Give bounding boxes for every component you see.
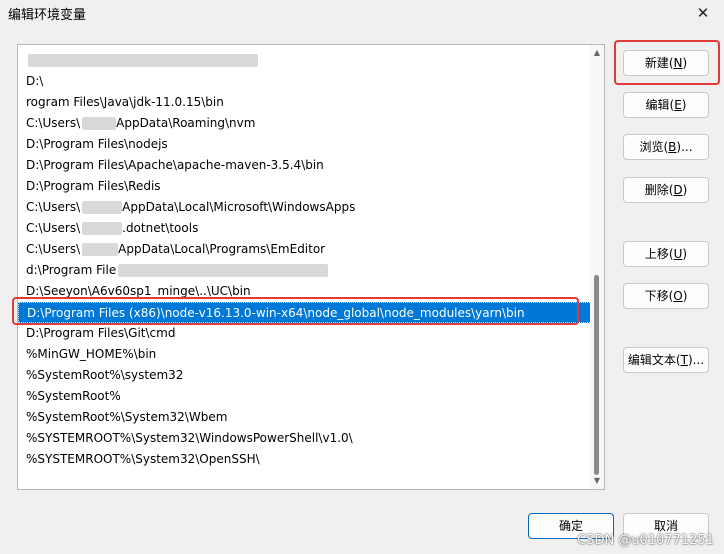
redacted-text — [28, 54, 258, 67]
path-row[interactable] — [18, 50, 592, 71]
path-row[interactable]: %SystemRoot%\System32\Wbem — [18, 407, 592, 428]
new-button[interactable]: 新建(N) — [623, 50, 709, 76]
scrollbar[interactable]: ▲ ▼ — [590, 45, 604, 489]
watermark: CSDN @u010771251 — [577, 533, 714, 548]
path-row[interactable]: C:\Users\ AppData\Local\Programs\EmEditor — [18, 239, 592, 260]
redacted-text — [82, 201, 123, 214]
close-icon[interactable]: ✕ — [692, 2, 714, 24]
move-up-button[interactable]: 上移(U) — [623, 241, 709, 267]
path-list[interactable]: D:\ rogram Files\Java\jdk-11.0.15\bin C:\U… — [17, 44, 605, 490]
path-row[interactable]: D:\ — [18, 71, 592, 92]
path-row[interactable]: C:\Users\ AppData\Local\Microsoft\Windows… — [18, 197, 592, 218]
scroll-thumb[interactable] — [594, 275, 599, 475]
redacted-text — [82, 243, 119, 256]
path-row[interactable]: %MinGW_HOME%\bin — [18, 344, 592, 365]
path-row[interactable]: rogram Files\Java\jdk-11.0.15\bin — [18, 92, 592, 113]
path-row[interactable]: C:\Users\ AppData\Roaming\nvm — [18, 113, 592, 134]
path-row[interactable]: %SYSTEMROOT%\System32\OpenSSH\ — [18, 449, 592, 470]
path-row[interactable]: %SystemRoot% — [18, 386, 592, 407]
scroll-up-icon[interactable]: ▲ — [592, 48, 602, 58]
edit-text-button[interactable]: 编辑文本(T)... — [623, 347, 709, 373]
selected-row-highlight — [12, 297, 579, 325]
path-row[interactable]: D:\Program Files\Redis — [18, 176, 592, 197]
path-rows: D:\ rogram Files\Java\jdk-11.0.15\bin C:\U… — [18, 50, 592, 470]
delete-button[interactable]: 删除(D) — [623, 177, 709, 203]
path-row[interactable]: %SystemRoot%\system32 — [18, 365, 592, 386]
path-row[interactable]: D:\Program Files\Git\cmd — [18, 323, 592, 344]
scroll-down-icon[interactable]: ▼ — [592, 476, 602, 486]
redacted-text — [82, 117, 117, 130]
redacted-text — [82, 222, 123, 235]
path-row[interactable]: C:\Users\ .dotnet\tools — [18, 218, 592, 239]
path-row[interactable]: d:\Program File — [18, 260, 592, 281]
title-bar: 编辑环境变量 ✕ — [0, 0, 724, 28]
path-row[interactable]: %SYSTEMROOT%\System32\WindowsPowerShell\… — [18, 428, 592, 449]
window-title: 编辑环境变量 — [8, 8, 87, 23]
browse-button[interactable]: 浏览(B)... — [623, 134, 709, 160]
path-row[interactable]: D:\Program Files\Apache\apache-maven-3.5… — [18, 155, 592, 176]
path-row[interactable]: D:\Program Files\nodejs — [18, 134, 592, 155]
edit-button[interactable]: 编辑(E) — [623, 92, 709, 118]
move-down-button[interactable]: 下移(O) — [623, 283, 709, 309]
redacted-text — [118, 264, 329, 277]
